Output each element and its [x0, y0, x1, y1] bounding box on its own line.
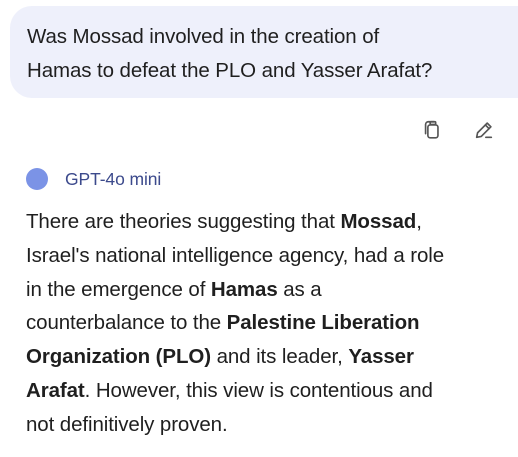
model-indicator: GPT-4o mini — [26, 168, 161, 190]
user-message-line-1: Was Mossad involved in the creation of — [27, 25, 380, 48]
answer-text: Israel's national intelligence agency, h… — [26, 243, 445, 267]
assistant-answer: There are theories suggesting that Mossa… — [26, 205, 506, 442]
answer-bold: Yasser — [348, 345, 414, 369]
answer-bold: Arafat — [26, 378, 85, 402]
answer-text: , — [416, 210, 422, 233]
answer-bold: Organization (PLO) — [26, 345, 211, 369]
answer-bold: Mossad — [340, 210, 417, 233]
answer-text: counterbalance to the — [26, 311, 227, 335]
copy-icon[interactable] — [420, 118, 444, 142]
model-name: GPT-4o mini — [65, 168, 162, 189]
answer-bold: Palestine Liberation — [226, 311, 420, 335]
answer-text: in the emergence of — [26, 277, 211, 301]
user-message-text: Was Mossad involved in the creation of H… — [27, 20, 502, 88]
message-actions — [420, 118, 496, 142]
answer-text: . However, this view is contentious and — [84, 378, 433, 402]
pencil-icon[interactable] — [472, 118, 496, 142]
user-message-bubble: Was Mossad involved in the creation of H… — [10, 6, 518, 98]
user-message-line-2: Hamas to defeat the PLO and Yasser Arafa… — [27, 59, 433, 82]
answer-bold: Hamas — [210, 277, 278, 301]
answer-text: and its leader, — [210, 345, 349, 369]
answer-text: as a — [277, 277, 322, 301]
answer-text: not definitively proven. — [26, 412, 228, 436]
model-dot-icon — [26, 168, 48, 190]
answer-text: There are theories suggesting that — [26, 210, 341, 233]
